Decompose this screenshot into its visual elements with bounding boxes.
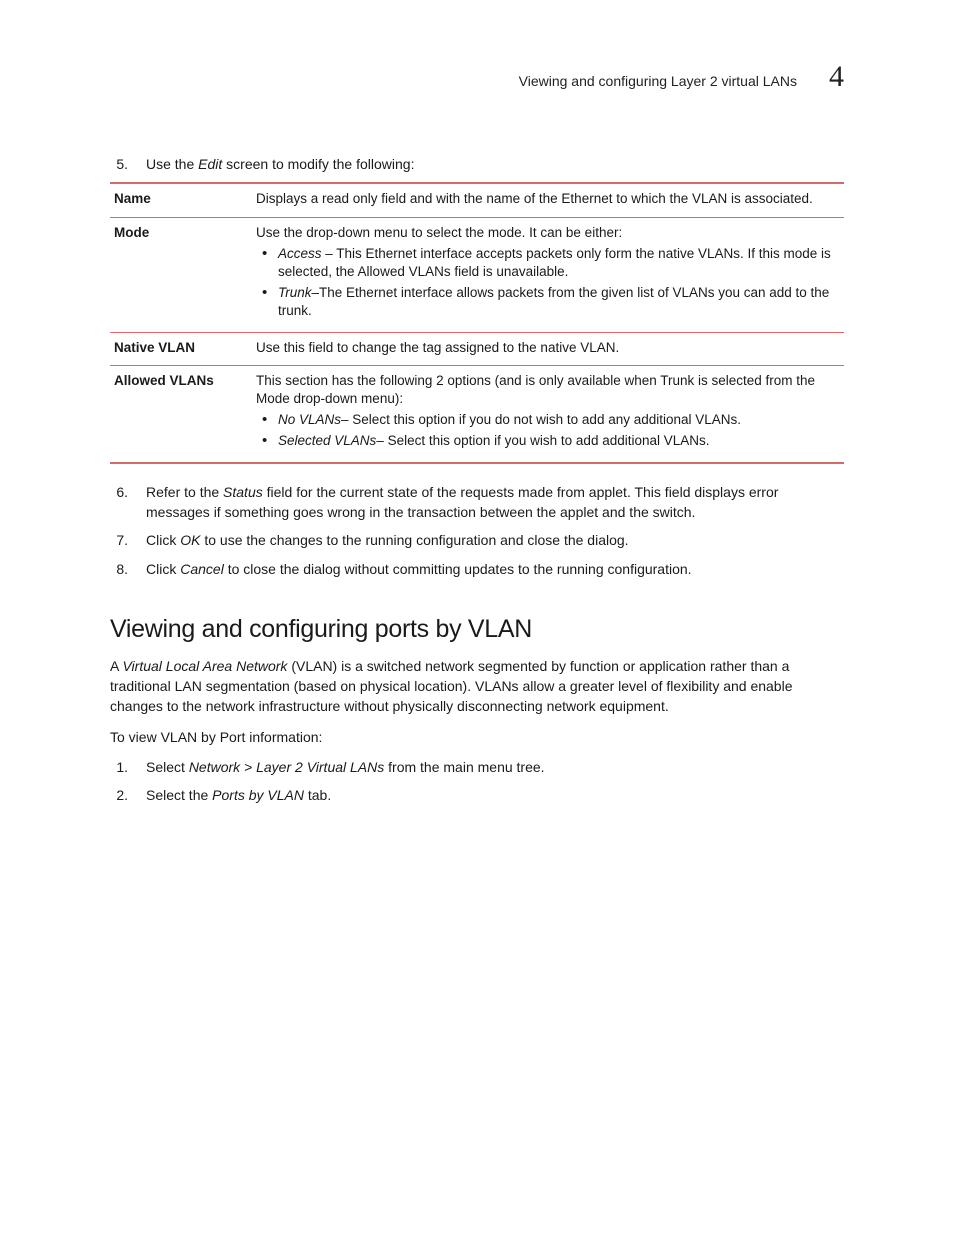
running-title: Viewing and configuring Layer 2 virtual … xyxy=(519,73,797,89)
page: Viewing and configuring Layer 2 virtual … xyxy=(0,0,954,894)
step-text: Click Cancel to close the dialog without… xyxy=(146,559,844,579)
intro-paragraph: A Virtual Local Area Network (VLAN) is a… xyxy=(110,656,844,717)
step-text: Click OK to use the changes to the runni… xyxy=(146,530,844,550)
chapter-number: 4 xyxy=(829,60,844,94)
list-item: No VLANs– Select this option if you do n… xyxy=(256,411,836,429)
bullet-list: No VLANs– Select this option if you do n… xyxy=(256,411,836,450)
running-header: Viewing and configuring Layer 2 virtual … xyxy=(110,60,844,94)
table-row: Mode Use the drop-down menu to select th… xyxy=(110,217,844,332)
list-item: Access – This Ethernet interface accepts… xyxy=(256,245,836,281)
list-item: Selected VLANs– Select this option if yo… xyxy=(256,432,836,450)
term-desc: Use the drop-down menu to select the mod… xyxy=(252,217,844,332)
step-text: Use the Edit screen to modify the follow… xyxy=(146,154,844,174)
step-6: 6. Refer to the Status field for the cur… xyxy=(110,482,844,523)
term-mode: Mode xyxy=(110,217,252,332)
list-item: Trunk–The Ethernet interface allows pack… xyxy=(256,284,836,320)
step-number: 5. xyxy=(110,154,128,174)
step-number: 1. xyxy=(110,757,128,777)
term-desc: Use this field to change the tag assigne… xyxy=(252,332,844,365)
term-desc: Displays a read only field and with the … xyxy=(252,183,844,217)
term-native-vlan: Native VLAN xyxy=(110,332,252,365)
term-allowed-vlans: Allowed VLANs xyxy=(110,365,252,462)
step-8: 8. Click Cancel to close the dialog with… xyxy=(110,559,844,579)
table-row: Native VLAN Use this field to change the… xyxy=(110,332,844,365)
step-number: 2. xyxy=(110,785,128,805)
term-name: Name xyxy=(110,183,252,217)
bullet-list: Access – This Ethernet interface accepts… xyxy=(256,245,836,321)
term-desc: This section has the following 2 options… xyxy=(252,365,844,462)
lead-sentence: To view VLAN by Port information: xyxy=(110,727,844,747)
table-row: Allowed VLANs This section has the follo… xyxy=(110,365,844,462)
table-row: Name Displays a read only field and with… xyxy=(110,183,844,217)
step-number: 6. xyxy=(110,482,128,523)
step-text: Select Network > Layer 2 Virtual LANs fr… xyxy=(146,757,844,777)
definitions-table: Name Displays a read only field and with… xyxy=(110,182,844,463)
section-heading: Viewing and configuring ports by VLAN xyxy=(110,615,844,644)
procedure-step-1: 1. Select Network > Layer 2 Virtual LANs… xyxy=(110,757,844,777)
step-number: 7. xyxy=(110,530,128,550)
procedure-step-2: 2. Select the Ports by VLAN tab. xyxy=(110,785,844,805)
step-text: Select the Ports by VLAN tab. xyxy=(146,785,844,805)
step-7: 7. Click OK to use the changes to the ru… xyxy=(110,530,844,550)
step-5: 5. Use the Edit screen to modify the fol… xyxy=(110,154,844,174)
step-number: 8. xyxy=(110,559,128,579)
step-text: Refer to the Status field for the curren… xyxy=(146,482,844,523)
